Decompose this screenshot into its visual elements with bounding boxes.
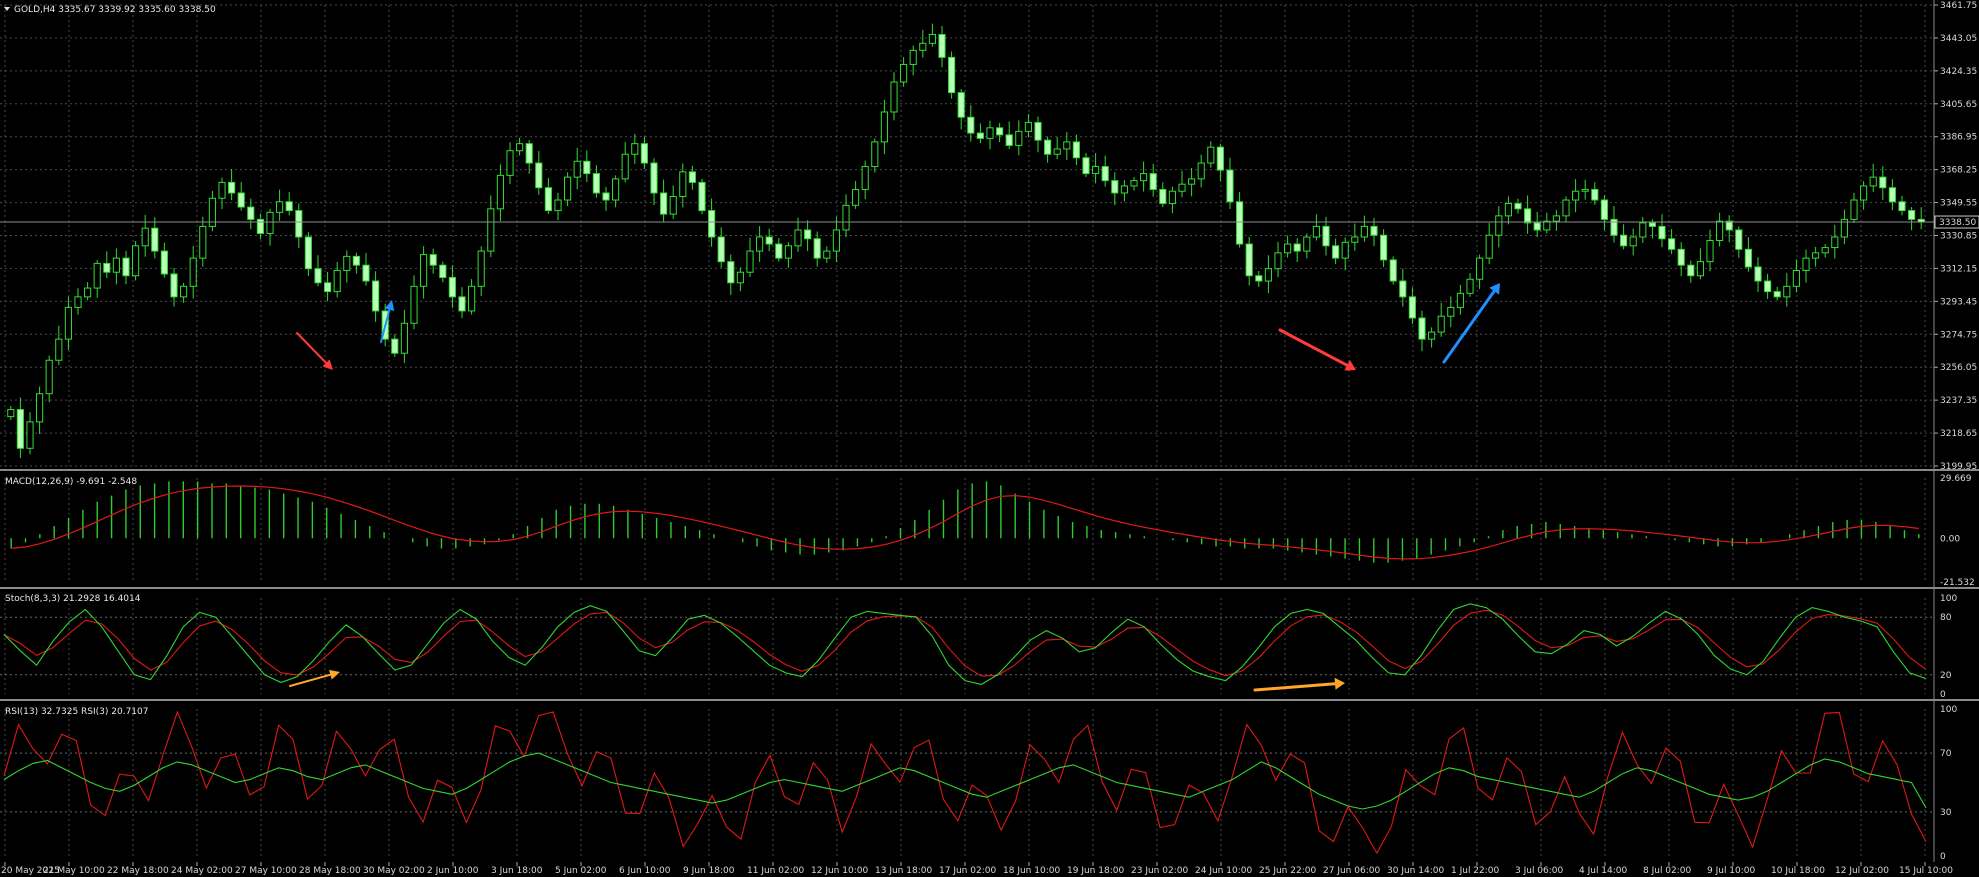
- time-tick-label: 23 Jun 02:00: [1131, 866, 1188, 876]
- symbol-header-text: GOLD,H4 3335.67 3339.92 3335.60 3338.50: [14, 5, 216, 15]
- candle: [132, 241, 140, 281]
- time-tick-label: 3 Jun 18:00: [491, 866, 543, 876]
- price-tick-label: 3256.05: [1940, 363, 1977, 373]
- macd-tick-label: 0.00: [1940, 534, 1960, 544]
- symbol-header[interactable]: GOLD,H4 3335.67 3339.92 3335.60 3338.50: [4, 5, 216, 15]
- time-tick-label: 4 Jul 14:00: [1579, 866, 1628, 876]
- time-tick-label: 18 Jun 10:00: [1003, 866, 1060, 876]
- time-tick-label: 27 Jun 06:00: [1323, 866, 1380, 876]
- price-tick-label: 3237.35: [1940, 396, 1977, 406]
- price-tick-label: 3349.55: [1940, 199, 1977, 209]
- price-tick-label: 3293.45: [1940, 297, 1977, 307]
- rsi-label: RSI(13) 32.7325 RSI(3) 20.7107: [5, 707, 148, 717]
- rsi-tick-label: 0: [1940, 852, 1946, 862]
- macd-tick-label: -21.532: [1940, 578, 1975, 588]
- price-tick-label: 3218.65: [1940, 429, 1977, 439]
- time-tick-label: 9 Jul 10:00: [1707, 866, 1756, 876]
- time-tick-label: 12 Jun 10:00: [811, 866, 868, 876]
- price-tick-label: 3405.65: [1940, 100, 1977, 110]
- stoch-tick-label: 80: [1940, 613, 1952, 623]
- time-tick-label: 30 May 02:00: [363, 866, 425, 876]
- stoch-label: Stoch(8,3,3) 21.2928 16.4014: [5, 594, 141, 604]
- time-tick-label: 24 Jun 10:00: [1195, 866, 1252, 876]
- rsi-tick-label: 70: [1940, 749, 1952, 759]
- candle: [948, 51, 956, 99]
- time-tick-label: 17 Jun 02:00: [939, 866, 996, 876]
- time-tick-label: 8 Jul 02:00: [1643, 866, 1692, 876]
- price-tick-label: 3199.95: [1940, 462, 1977, 472]
- time-tick-label: 21 May 10:00: [43, 866, 105, 876]
- time-tick-label: 15 Jul 10:00: [1899, 866, 1953, 876]
- stoch-tick-label: 0: [1940, 690, 1946, 700]
- time-tick-label: 13 Jun 18:00: [875, 866, 932, 876]
- time-tick-label: 30 Jun 14:00: [1387, 866, 1444, 876]
- time-tick-label: 3 Jul 06:00: [1515, 866, 1564, 876]
- candle: [1389, 256, 1397, 285]
- stoch-tick-label: 100: [1940, 594, 1957, 604]
- price-axis[interactable]: 3461.75 3443.05 3424.35 3405.65 3386.95 3368.…: [1934, 1, 1977, 472]
- rsi-tick-label: 100: [1940, 705, 1957, 715]
- price-tick-label: 3330.85: [1940, 232, 1977, 242]
- price-tick-label: 3312.15: [1940, 264, 1977, 274]
- time-tick-label: 9 Jun 18:00: [683, 866, 735, 876]
- time-tick-label: 11 Jun 02:00: [747, 866, 804, 876]
- current-price-label: 3338.50: [1939, 218, 1976, 228]
- price-tick-label: 3368.25: [1940, 166, 1977, 176]
- time-tick-label: 22 May 18:00: [107, 866, 169, 876]
- time-tick-label: 1 Jul 22:00: [1451, 866, 1500, 876]
- chart-canvas[interactable]: GOLD,H4 3335.67 3339.92 3335.60 3338.50 …: [0, 0, 1979, 877]
- price-tick-label: 3443.05: [1940, 34, 1977, 44]
- price-tick-label: 3386.95: [1940, 133, 1977, 143]
- time-tick-label: 5 Jun 02:00: [555, 866, 607, 876]
- stoch-tick-label: 20: [1940, 671, 1952, 681]
- time-tick-label: 12 Jul 02:00: [1835, 866, 1889, 876]
- time-tick-label: 19 Jun 18:00: [1067, 866, 1124, 876]
- rsi-tick-label: 30: [1940, 808, 1952, 818]
- macd-label: MACD(12,26,9) -9.691 -2.548: [5, 477, 137, 487]
- time-tick-label: 10 Jul 18:00: [1771, 866, 1825, 876]
- price-tick-label: 3424.35: [1940, 67, 1977, 77]
- time-tick-label: 24 May 02:00: [171, 866, 233, 876]
- price-tick-label: 3274.75: [1940, 330, 1977, 340]
- time-tick-label: 25 Jun 22:00: [1259, 866, 1316, 876]
- time-tick-label: 6 Jun 10:00: [619, 866, 671, 876]
- price-tick-label: 3461.75: [1940, 1, 1977, 11]
- time-tick-label: 27 May 10:00: [235, 866, 297, 876]
- time-tick-label: 2 Jun 10:00: [427, 866, 479, 876]
- macd-tick-label: 29.669: [1940, 474, 1972, 484]
- candle: [698, 178, 706, 215]
- time-tick-label: 28 May 18:00: [299, 866, 361, 876]
